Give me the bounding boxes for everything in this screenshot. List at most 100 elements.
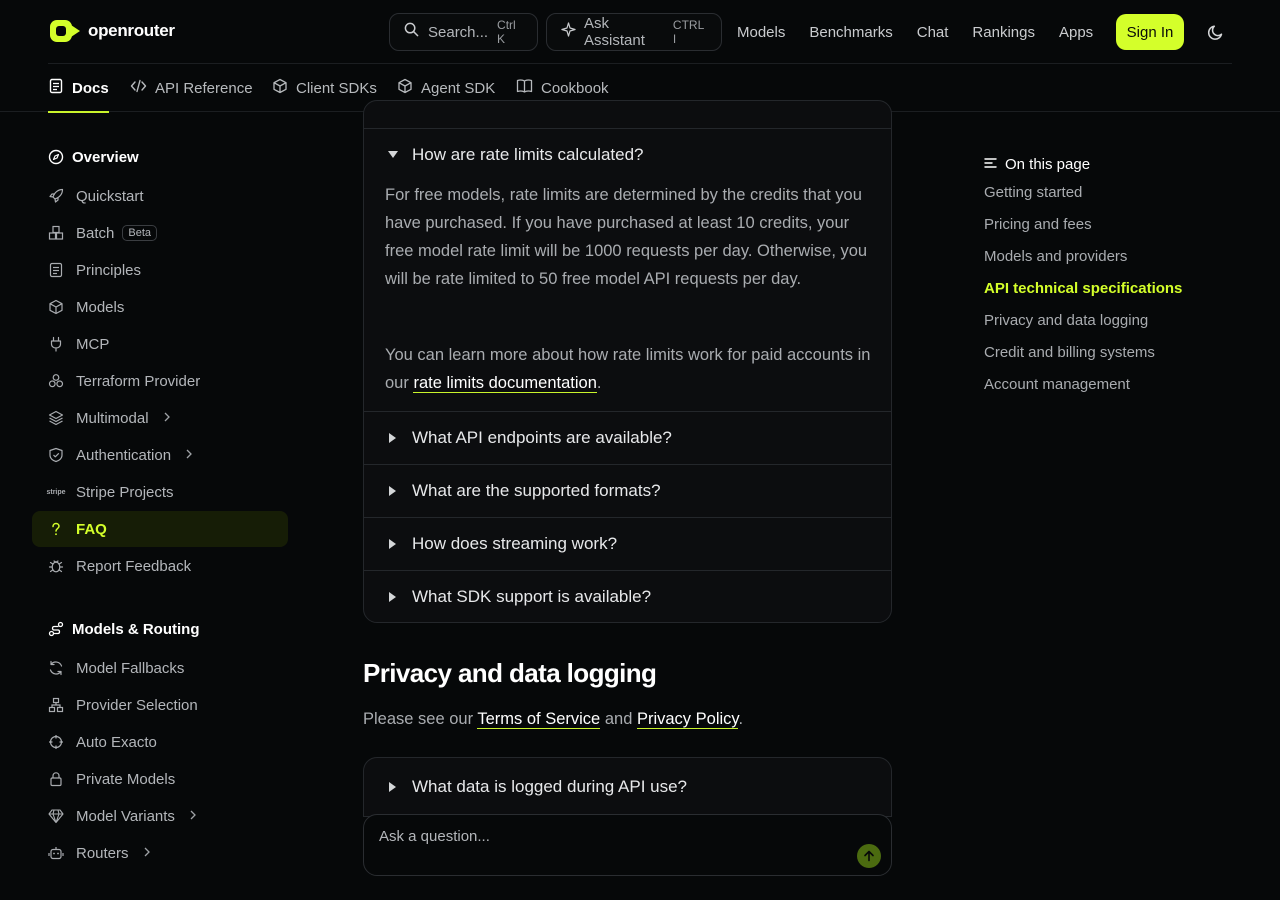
rate-limits-doc-link[interactable]: rate limits documentation (413, 374, 597, 393)
sidebar-item-authentication[interactable]: Authentication (32, 437, 288, 473)
tab-label: Client SDKs (296, 79, 377, 97)
tab-label: Agent SDK (421, 79, 496, 97)
privacy-text: Please see our (363, 710, 474, 728)
caret-right-icon (388, 592, 398, 602)
sidebar-item-quickstart[interactable]: Quickstart (32, 178, 288, 214)
sidebar-item-label: Routers (76, 844, 129, 862)
layers-icon (48, 410, 64, 426)
privacy-paragraph: Please see our Terms of Service and Priv… (363, 710, 743, 729)
network-icon (48, 697, 64, 713)
faq-item-supported-formats[interactable]: What are the supported formats? (364, 464, 891, 517)
search-placeholder: Search... (428, 23, 489, 41)
sidebar-item-label: Terraform Provider (76, 372, 201, 390)
sidebar-item-label: Overview (72, 148, 139, 166)
toc-item-models-providers[interactable]: Models and providers (984, 248, 1127, 265)
list-icon (984, 156, 997, 173)
book-icon (516, 78, 533, 98)
tab-label: Cookbook (541, 79, 609, 97)
search-input[interactable]: Search... Ctrl K (389, 13, 538, 51)
sidebar-item-model-fallbacks[interactable]: Model Fallbacks (32, 650, 288, 686)
cube-icon (272, 78, 288, 98)
document-icon (48, 262, 64, 278)
faq-question: What are the supported formats? (412, 481, 661, 500)
faq-question: How does streaming work? (412, 534, 618, 553)
sidebar-item-provider-selection[interactable]: Provider Selection (32, 687, 288, 723)
sidebar-item-label: Stripe Projects (76, 483, 174, 501)
sidebar-item-models[interactable]: Models (32, 289, 288, 325)
toc-item-getting-started[interactable]: Getting started (984, 184, 1082, 201)
privacy-policy-link[interactable]: Privacy Policy (636, 710, 739, 729)
gem-icon (48, 808, 64, 824)
cube-icon (48, 299, 64, 315)
sidebar-group-models-routing[interactable]: Models & Routing (48, 620, 200, 638)
faq-item-rate-limits[interactable]: How are rate limits calculated? (364, 128, 891, 181)
sidebar-item-label: MCP (76, 335, 110, 353)
stack-icon (48, 373, 64, 389)
top-nav: Models Benchmarks Chat Rankings Apps (737, 0, 1093, 64)
faq-item-streaming[interactable]: How does streaming work? (364, 517, 891, 570)
rocket-icon (48, 188, 64, 204)
sidebar-item-model-variants[interactable]: Model Variants (32, 798, 288, 834)
sidebar-item-auto-exacto[interactable]: Auto Exacto (32, 724, 288, 760)
openrouter-logo-icon (50, 20, 80, 42)
faq-item-sdk-support[interactable]: What SDK support is available? (364, 570, 891, 622)
sidebar-item-overview[interactable]: Overview (48, 148, 139, 166)
toc-item-api-specs[interactable]: API technical specifications (984, 280, 1182, 297)
sidebar-item-label: Principles (76, 261, 142, 279)
send-button[interactable] (857, 844, 881, 868)
sign-in-button[interactable]: Sign In (1116, 14, 1184, 50)
arrow-up-icon (864, 850, 874, 862)
lock-icon (48, 771, 64, 787)
logo[interactable]: openrouter (50, 20, 175, 42)
nav-apps[interactable]: Apps (1059, 24, 1093, 41)
sidebar-item-routers[interactable]: Routers (32, 835, 288, 871)
toc-item-account[interactable]: Account management (984, 376, 1130, 393)
ask-assistant-button[interactable]: Ask Assistant CTRL I (546, 13, 722, 51)
cube-icon (397, 78, 413, 98)
tab-docs[interactable]: Docs (48, 64, 109, 113)
nav-chat[interactable]: Chat (917, 24, 949, 41)
sidebar-group-label: Models & Routing (72, 620, 200, 638)
sidebar-item-label: Provider Selection (76, 696, 198, 714)
sparkle-icon (561, 22, 576, 42)
nav-benchmarks[interactable]: Benchmarks (809, 24, 892, 41)
plug-icon (48, 336, 64, 352)
sidebar-item-label: Auto Exacto (76, 733, 157, 751)
tab-label: Docs (72, 79, 109, 97)
sidebar-item-label: FAQ (76, 520, 107, 538)
toc-item-privacy[interactable]: Privacy and data logging (984, 312, 1148, 329)
refresh-icon (48, 660, 64, 676)
sidebar-item-stripe-projects[interactable]: stripe Stripe Projects (32, 474, 288, 510)
search-icon (404, 22, 419, 42)
tab-api-reference[interactable]: API Reference (130, 64, 253, 112)
question-icon (48, 521, 64, 537)
faq-item-api-endpoints[interactable]: What API endpoints are available? (364, 411, 891, 464)
sidebar-item-label: Quickstart (76, 187, 144, 205)
toc-item-pricing[interactable]: Pricing and fees (984, 216, 1092, 233)
sidebar-item-report-feedback[interactable]: Report Feedback (32, 548, 288, 584)
logo-text: openrouter (88, 21, 175, 40)
caret-right-icon (388, 782, 398, 792)
sidebar-item-terraform[interactable]: Terraform Provider (32, 363, 288, 399)
tab-client-sdks[interactable]: Client SDKs (272, 64, 377, 112)
sidebar-item-mcp[interactable]: MCP (32, 326, 288, 362)
nav-rankings[interactable]: Rankings (972, 24, 1035, 41)
ask-question-input[interactable]: Ask a question... (363, 814, 892, 876)
nav-models[interactable]: Models (737, 24, 785, 41)
chevron-right-icon (163, 411, 171, 425)
sidebar-item-faq[interactable]: FAQ (32, 511, 288, 547)
privacy-text: . (738, 710, 744, 728)
faq-item-data-logged[interactable]: What data is logged during API use? (363, 757, 892, 817)
moon-icon[interactable] (1206, 22, 1226, 42)
faq-question: What API endpoints are available? (412, 428, 672, 447)
sidebar-item-private-models[interactable]: Private Models (32, 761, 288, 797)
toc-item-credit-billing[interactable]: Credit and billing systems (984, 344, 1155, 361)
sidebar-item-label: Model Fallbacks (76, 659, 185, 677)
faq-question: What SDK support is available? (412, 587, 652, 606)
document-icon (48, 78, 64, 98)
faq-question: What data is logged during API use? (412, 777, 688, 796)
sidebar-item-multimodal[interactable]: Multimodal (32, 400, 288, 436)
sidebar-item-principles[interactable]: Principles (32, 252, 288, 288)
sidebar-item-batch[interactable]: Batch Beta (32, 215, 288, 251)
terms-of-service-link[interactable]: Terms of Service (477, 710, 601, 729)
